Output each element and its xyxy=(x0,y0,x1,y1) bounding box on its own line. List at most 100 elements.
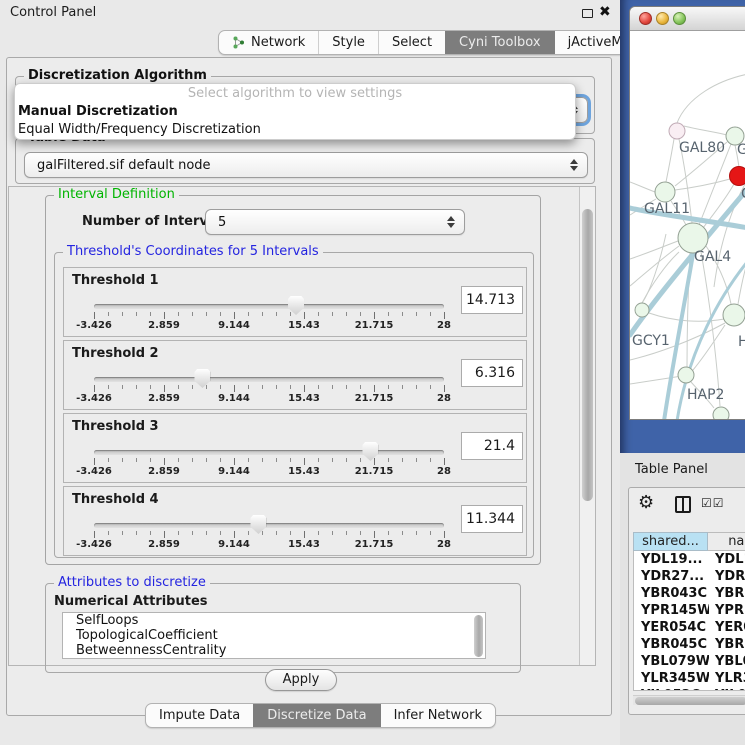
table-data-combobox[interactable]: galFiltered.sif default node xyxy=(24,152,588,178)
group-title: Threshold's Coordinates for 5 Intervals xyxy=(63,244,323,259)
threshold-label: Threshold 1 xyxy=(72,273,159,288)
table-row[interactable]: YBR043CYBR043C xyxy=(634,585,745,602)
network-node[interactable] xyxy=(713,407,729,420)
cell-name[interactable]: YBR045C xyxy=(709,636,745,653)
table-row[interactable]: YIL052CYIL052C xyxy=(634,687,745,691)
cell-shared-name[interactable]: YLR345W xyxy=(634,670,709,687)
cell-shared-name[interactable]: YBL079W xyxy=(634,653,709,670)
threshold-slider[interactable] xyxy=(94,304,444,309)
column-header-shared-name[interactable]: shared... xyxy=(633,532,708,551)
table-row[interactable]: YBL079WYBL079W xyxy=(634,653,745,670)
cell-shared-name[interactable]: YBR043C xyxy=(634,585,709,602)
tab-network[interactable]: Network xyxy=(219,31,318,54)
network-node[interactable] xyxy=(723,304,745,326)
tab-label: Network xyxy=(251,35,305,50)
attribute-list-item[interactable]: TopologicalCoefficient xyxy=(63,628,485,643)
panel-title: Control Panel xyxy=(10,5,96,20)
cell-name[interactable]: YPR145W xyxy=(709,602,745,619)
tab-cyni-toolbox[interactable]: Cyni Toolbox xyxy=(445,31,554,54)
table-horizontal-scrollbar[interactable] xyxy=(633,695,745,705)
cell-shared-name[interactable]: YPR145W xyxy=(634,602,709,619)
table-row[interactable]: YDL19...YDL19... xyxy=(634,551,745,568)
combo-arrows-icon xyxy=(570,159,578,171)
apply-button[interactable]: Apply xyxy=(265,669,337,691)
table-row[interactable]: YPR145WYPR145W xyxy=(634,602,745,619)
attribute-list-item[interactable]: BetweennessCentrality xyxy=(63,643,485,658)
list-scrollbar[interactable] xyxy=(474,615,483,657)
network-node-hap2[interactable] xyxy=(678,367,694,383)
threshold-label: Threshold 3 xyxy=(72,419,159,434)
table-data-value: galFiltered.sif default node xyxy=(37,158,211,173)
threshold-row: Threshold 4-3.4262.8599.14415.4321.71528… xyxy=(63,486,527,556)
network-canvas[interactable]: GAL80 GA C GAL11 GAL4 GCY1 H HAP2 xyxy=(630,32,745,420)
cell-name[interactable]: YDR27... xyxy=(709,568,745,585)
table-panel-title: Table Panel xyxy=(635,462,708,477)
node-table: shared... na... YDL19...YDL19...YDR27...… xyxy=(633,532,745,691)
table-panel: Table Panel ⚙ ☑☑ shared... na... YDL19..… xyxy=(620,453,745,745)
select-columns-checkboxes-icon[interactable]: ☑☑ xyxy=(701,496,725,510)
dropdown-placeholder: Select algorithm to view settings xyxy=(15,84,575,103)
group-title: Discretization Algorithm xyxy=(24,68,211,83)
cell-shared-name[interactable]: YER054C xyxy=(634,619,709,636)
cell-shared-name[interactable]: YBR045C xyxy=(634,636,709,653)
threshold-slider[interactable] xyxy=(94,450,444,455)
tab-infer-network[interactable]: Infer Network xyxy=(380,704,495,727)
dropdown-option[interactable]: Equal Width/Frequency Discretization xyxy=(15,121,575,139)
threshold-value-field[interactable]: 14.713 xyxy=(461,286,523,314)
threshold-row: Threshold 1-3.4262.8599.14415.4321.71528… xyxy=(63,267,527,337)
screen: Control Panel ✖ Network StyleSelect Cyni T… xyxy=(0,0,745,745)
network-node-selected-red[interactable] xyxy=(730,167,745,186)
settings-vertical-scrollbar[interactable] xyxy=(579,187,595,665)
table-row[interactable]: YDR27...YDR27... xyxy=(634,568,745,585)
cell-name[interactable]: YER054C xyxy=(709,619,745,636)
cell-name[interactable]: YBL079W xyxy=(709,653,745,670)
scrollbar-thumb[interactable] xyxy=(635,697,745,705)
numerical-attributes-list[interactable]: SelfLoopsTopologicalCoefficientBetweenne… xyxy=(62,612,486,659)
tab-label: Infer Network xyxy=(394,708,482,723)
tab-select[interactable]: Select xyxy=(378,31,445,54)
cell-shared-name[interactable]: YIL052C xyxy=(634,687,709,691)
network-window: GAL80 GA C GAL11 GAL4 GCY1 H HAP2 xyxy=(629,6,745,420)
node-label: GA xyxy=(737,142,745,158)
tab-discretize-data[interactable]: Discretize Data xyxy=(253,704,379,727)
threshold-value-field[interactable]: 6.316 xyxy=(461,359,523,387)
scrollbar-thumb[interactable] xyxy=(582,209,593,501)
cell-name[interactable]: YIL052C xyxy=(709,687,745,691)
cell-name[interactable]: YBR043C xyxy=(709,585,745,602)
cell-shared-name[interactable]: YDL19... xyxy=(634,551,709,568)
network-node-gcy1[interactable] xyxy=(635,303,649,317)
float-panel-icon[interactable] xyxy=(582,9,593,18)
gear-icon[interactable]: ⚙ xyxy=(638,492,654,514)
table-row[interactable]: YER054CYER054C xyxy=(634,619,745,636)
cell-name[interactable]: YDL19... xyxy=(709,551,745,568)
minimize-traffic-light[interactable] xyxy=(656,12,669,25)
tab-impute-data[interactable]: Impute Data xyxy=(146,704,253,727)
attribute-list-item[interactable]: SelfLoops xyxy=(63,613,485,628)
slider-tick-labels: -3.4262.8599.14415.4321.71528 xyxy=(94,466,444,478)
cell-name[interactable]: YLR345W xyxy=(709,670,745,687)
network-node-gal11[interactable] xyxy=(655,182,675,202)
node-label: H xyxy=(738,334,745,350)
threshold-slider[interactable] xyxy=(94,377,444,382)
tab-style[interactable]: Style xyxy=(318,31,378,54)
zoom-traffic-light[interactable] xyxy=(673,12,686,25)
node-label: HAP2 xyxy=(687,387,724,403)
table-row[interactable]: YLR345WYLR345W xyxy=(634,670,745,687)
network-icon xyxy=(232,36,245,49)
close-icon[interactable]: ✖ xyxy=(599,4,611,20)
threshold-value-field[interactable]: 21.4 xyxy=(461,432,523,460)
network-node-gal80[interactable] xyxy=(669,123,685,139)
split-columns-icon[interactable] xyxy=(675,496,691,513)
dropdown-option[interactable]: Manual Discretization xyxy=(15,103,575,121)
tab-label: Cyni Toolbox xyxy=(459,35,541,50)
number-of-intervals-combobox[interactable]: 5 xyxy=(205,209,465,235)
table-panel-body: ⚙ ☑☑ shared... na... YDL19...YDL19...YDR… xyxy=(628,487,745,715)
tab-label: Discretize Data xyxy=(267,708,366,723)
threshold-value-field[interactable]: 11.344 xyxy=(461,505,523,533)
table-row[interactable]: YBR045CYBR045C xyxy=(634,636,745,653)
threshold-slider[interactable] xyxy=(94,523,444,528)
close-traffic-light[interactable] xyxy=(639,12,652,25)
thresholds-group: Threshold's Coordinates for 5 Intervals … xyxy=(54,252,534,558)
cell-shared-name[interactable]: YDR27... xyxy=(634,568,709,585)
column-header-name[interactable]: na... xyxy=(708,532,745,551)
